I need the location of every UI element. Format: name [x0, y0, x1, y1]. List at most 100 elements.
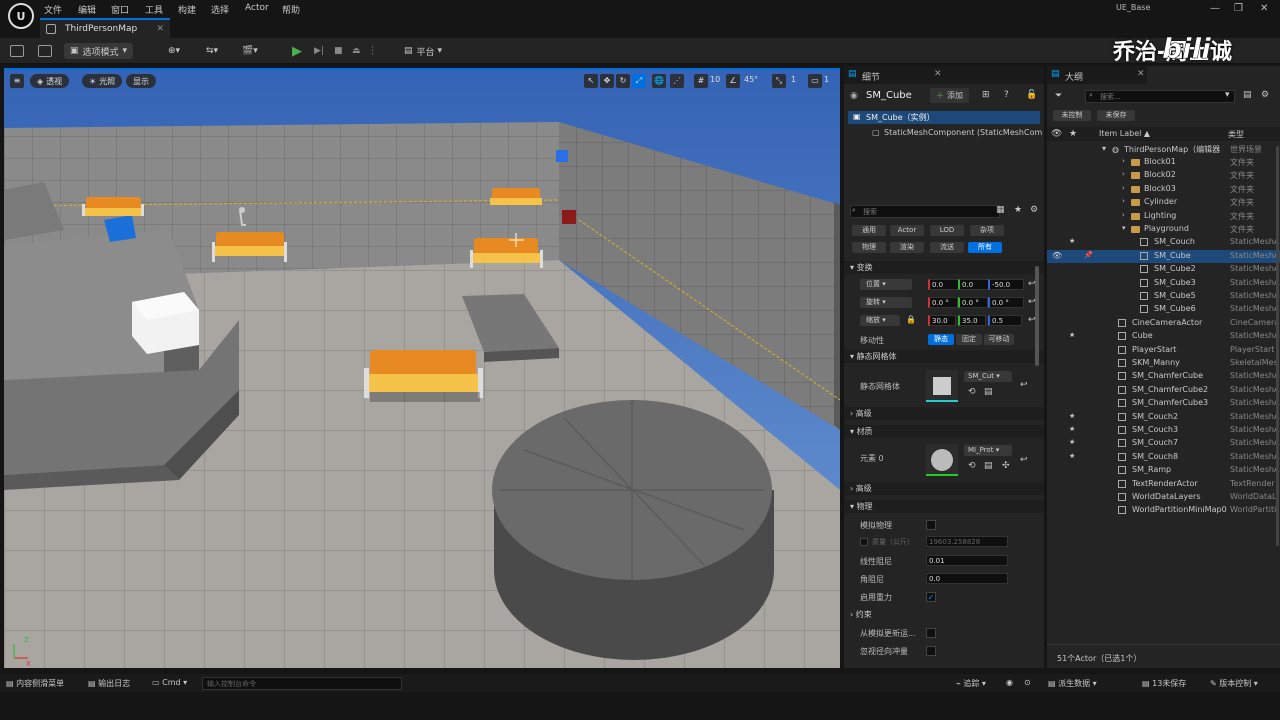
transform-section[interactable]: ▾ 变换 — [844, 261, 1044, 274]
item-label-column[interactable]: Item Label ▲ — [1099, 129, 1150, 138]
outliner-row[interactable]: › Block01 文件夹 — [1047, 156, 1280, 169]
advanced-section-1[interactable]: › 高级 — [844, 407, 1044, 420]
advanced-section-2[interactable]: › 高级 — [844, 482, 1044, 495]
outliner-row[interactable]: › Block02 文件夹 — [1047, 169, 1280, 182]
console-command-input[interactable]: 输入控制台命令 — [202, 677, 402, 690]
mass-override-checkbox[interactable] — [860, 538, 868, 546]
outliner-row[interactable]: ★ SM_Couch3 StaticMeshA — [1047, 424, 1280, 437]
uncontrolled-filter[interactable]: 未控制 — [1053, 110, 1091, 121]
menu-help[interactable]: 帮助 — [282, 3, 300, 16]
expand-arrow-icon[interactable]: ▾ — [1102, 144, 1106, 153]
outliner-row[interactable]: ★ Cube StaticMeshA — [1047, 330, 1280, 343]
visibility-eye-icon[interactable]: 👁 — [1051, 129, 1062, 139]
couch-3[interactable] — [490, 188, 542, 205]
expand-arrow-icon[interactable]: ▾ — [1122, 224, 1126, 232]
table-view-icon[interactable]: ▦ — [996, 205, 1005, 215]
scale-lock-icon[interactable]: 🔒 — [906, 315, 916, 324]
filter-all[interactable]: 所有 — [968, 242, 1002, 253]
material-thumbnail[interactable] — [926, 444, 958, 476]
filter-actor[interactable]: Actor — [890, 225, 924, 236]
material-picker-icon[interactable]: ✣ — [1002, 461, 1010, 471]
blueprint-icon[interactable]: ⊞ — [982, 90, 990, 100]
save-icon[interactable] — [10, 43, 24, 59]
unsaved-button[interactable]: ▤ 13未保存 — [1142, 678, 1186, 689]
outliner-row[interactable]: TextRenderActor TextRender — [1047, 478, 1280, 491]
world-space-icon[interactable]: 🌐 — [652, 74, 666, 88]
trace-snapshot-icon[interactable]: ⊙ — [1024, 678, 1031, 687]
menu-tools[interactable]: 工具 — [145, 3, 163, 16]
browse-folder-icon[interactable]: ▤ — [984, 461, 993, 471]
menu-actor[interactable]: Actor — [245, 3, 269, 13]
scale-x-field[interactable]: 30.0 — [928, 315, 956, 326]
minimize-icon[interactable]: — — [1210, 3, 1220, 14]
physics-section[interactable]: ▾ 物理 — [844, 500, 1044, 513]
expand-arrow-icon[interactable]: › — [1122, 170, 1125, 178]
surface-snap-icon[interactable]: ⋰ — [670, 74, 684, 88]
play-icon[interactable]: ▶ — [292, 43, 302, 59]
reset-arrow-icon[interactable]: ↩ — [1020, 380, 1028, 390]
outliner-row[interactable]: SM_ChamferCube StaticMeshA — [1047, 370, 1280, 383]
rotation-z-field[interactable]: 0.0 ° — [988, 297, 1024, 308]
component-instance-row[interactable]: ▣ SM_Cube（实例） — [848, 111, 1040, 124]
outliner-scrollbar[interactable] — [1276, 146, 1279, 546]
outliner-row[interactable]: WorldPartitionMiniMap0 WorldPartiti — [1047, 504, 1280, 517]
filter-icon[interactable]: ⏷ — [1055, 91, 1062, 101]
pin-star-icon[interactable]: ★ — [1069, 237, 1075, 245]
trace-record-icon[interactable]: ◉ — [1006, 678, 1013, 687]
filter-general[interactable]: 通用 — [852, 225, 886, 236]
favorite-star-icon[interactable]: ★ — [1014, 205, 1022, 215]
help-icon[interactable]: ? — [1004, 90, 1009, 100]
rotation-y-field[interactable]: 0.0 ° — [958, 297, 988, 308]
camera-speed-icon[interactable]: ▭ — [808, 74, 822, 88]
scale-y-field[interactable]: 35.0 — [958, 315, 986, 326]
grid-snap-value[interactable]: 10 — [710, 75, 720, 84]
menu-edit[interactable]: 编辑 — [78, 3, 96, 16]
pin-star-icon[interactable]: ★ — [1069, 129, 1077, 139]
rotate-tool-icon[interactable]: ↻ — [616, 74, 630, 88]
enable-gravity-checkbox[interactable]: ✓ — [926, 592, 936, 602]
eject-icon[interactable]: ⏏ — [352, 43, 361, 59]
scale-z-field[interactable]: 0.5 — [988, 315, 1022, 326]
outliner-row[interactable]: ▾ Playground 文件夹 — [1047, 223, 1280, 236]
unsaved-filter[interactable]: 未保存 — [1097, 110, 1135, 121]
outliner-row[interactable]: ★ SM_Couch7 StaticMeshA — [1047, 437, 1280, 450]
outliner-row[interactable]: › Block03 文件夹 — [1047, 183, 1280, 196]
level-viewport[interactable]: XZ ≡ ◈ 透视 ☀ 光照 显示 ↖ ✥ ↻ ⤢ 🌐 ⋰ # 10 ∠ 45° ⤡… — [4, 68, 840, 668]
add-content-icon[interactable]: ⊕▾ — [168, 43, 180, 59]
browse-folder-icon[interactable]: ▤ — [984, 387, 993, 397]
mode-select-button[interactable]: ▣ 选项模式 ▾ — [64, 43, 134, 59]
static-mesh-section[interactable]: ▾ 静态网格体 — [844, 350, 1044, 363]
location-dropdown[interactable]: 位置 ▾ — [860, 279, 912, 290]
pin-star-icon[interactable]: ★ — [1069, 412, 1075, 420]
mobility-movable[interactable]: 可移动 — [984, 334, 1014, 345]
platform-button[interactable]: ▤ 平台 ▾ — [404, 43, 442, 59]
blueprint-icon[interactable]: ⇆▾ — [206, 43, 218, 59]
expand-arrow-icon[interactable]: › — [1122, 157, 1125, 165]
mobility-static[interactable]: 静态 — [928, 334, 954, 345]
reset-arrow-icon[interactable]: ↩ — [1020, 455, 1028, 465]
play-options-icon[interactable]: ⋮ — [368, 43, 377, 59]
rotation-dropdown[interactable]: 旋转 ▾ — [860, 297, 912, 308]
rotation-snap-icon[interactable]: ∠ — [726, 74, 740, 88]
filter-physics[interactable]: 物理 — [852, 242, 886, 253]
outliner-row[interactable]: WorldDataLayers WorldDataL — [1047, 491, 1280, 504]
expand-arrow-icon[interactable]: › — [1122, 197, 1125, 205]
type-column[interactable]: 类型 — [1228, 129, 1244, 140]
outliner-row[interactable]: PlayerStart PlayerStart — [1047, 344, 1280, 357]
pin-star-icon[interactable]: ★ — [1069, 438, 1075, 446]
scale-snap-value[interactable]: 1 — [791, 75, 796, 84]
filter-misc[interactable]: 杂项 — [970, 225, 1004, 236]
cylinder[interactable] — [492, 400, 774, 660]
outliner-row[interactable]: SM_Cube2 StaticMeshA — [1047, 263, 1280, 276]
scale-tool-icon[interactable]: ⤢ — [632, 74, 646, 88]
lock-icon[interactable]: 🔓 — [1026, 90, 1037, 100]
expand-arrow-icon[interactable]: › — [1122, 184, 1125, 192]
details-tab[interactable]: ▤ 细节 ✕ — [844, 66, 1044, 84]
menu-window[interactable]: 窗口 — [111, 3, 129, 16]
grid-snap-icon[interactable]: # — [694, 74, 708, 88]
camera-speed-value[interactable]: 1 — [824, 75, 829, 84]
chevron-down-icon[interactable]: ▾ — [1225, 90, 1230, 100]
close-outliner-icon[interactable]: ✕ — [1137, 69, 1145, 79]
couch-1[interactable] — [82, 197, 144, 216]
outliner-row[interactable]: SM_Cube6 StaticMeshA — [1047, 303, 1280, 316]
